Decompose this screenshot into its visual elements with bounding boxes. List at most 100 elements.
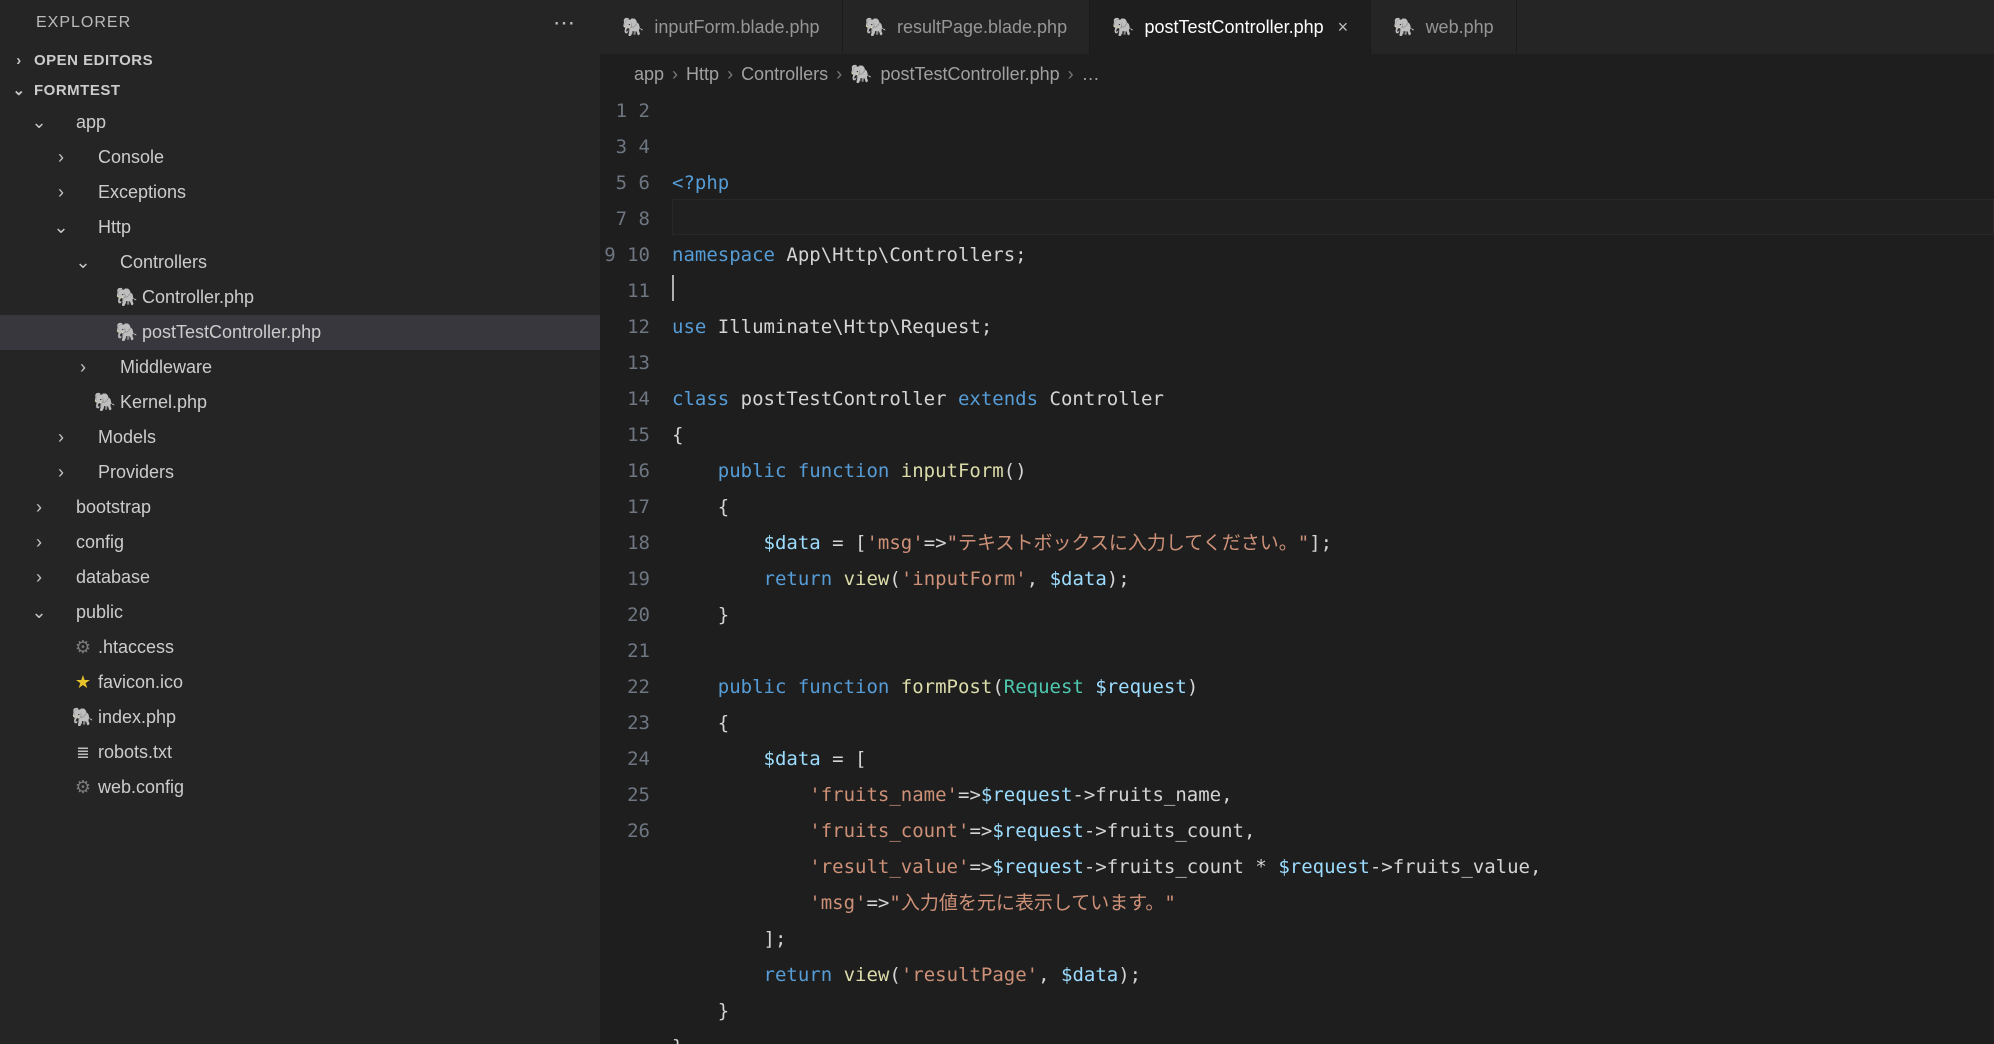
sidebar: EXPLORER ⋯ › OPEN EDITORS ⌄ FORMTEST ⌄ ap… <box>0 0 600 1044</box>
chevron-icon: › <box>28 532 50 553</box>
breadcrumb-item[interactable]: Controllers <box>741 64 828 85</box>
php-file-icon: 🐘 <box>865 17 887 38</box>
tab-label: resultPage.blade.php <box>897 17 1067 38</box>
tree-item[interactable]: › Models <box>0 420 600 455</box>
chevron-icon: › <box>50 462 72 483</box>
tree-item-label: bootstrap <box>76 497 151 518</box>
chevron-icon: ⌄ <box>28 112 50 133</box>
close-icon[interactable]: × <box>1334 17 1349 38</box>
tree-item-label: Controller.php <box>142 287 254 308</box>
tree-item[interactable]: ⌄ Controllers <box>0 245 600 280</box>
php-file-icon: 🐘 <box>116 322 138 343</box>
tree-item[interactable]: ⚙.htaccess <box>0 630 600 665</box>
tree-item[interactable]: › Console <box>0 140 600 175</box>
tree-item-label: Controllers <box>120 252 207 273</box>
breadcrumb[interactable]: app › Http › Controllers › 🐘 postTestController… <box>600 54 1994 91</box>
chevron-icon: ⌄ <box>28 602 50 623</box>
breadcrumb-separator: › <box>1068 64 1074 85</box>
tree-item-label: robots.txt <box>98 742 172 763</box>
php-file-icon: 🐘 <box>622 17 644 38</box>
php-file-icon: 🐘 <box>1112 17 1134 38</box>
tab[interactable]: 🐘 resultPage.blade.php <box>843 0 1091 54</box>
file-tree: ⌄app›Console›Exceptions⌄Http⌄Controllers… <box>0 105 600 805</box>
tab[interactable]: 🐘inputForm.blade.php <box>600 0 843 54</box>
tree-item[interactable]: ⌄ public <box>0 595 600 630</box>
tree-item[interactable]: 🐘Kernel.php <box>0 385 600 420</box>
tab[interactable]: 🐘 postTestController.php × <box>1090 0 1371 54</box>
chevron-icon: ⌄ <box>50 217 72 238</box>
breadcrumb-item[interactable]: Http <box>686 64 719 85</box>
gear-icon: ⚙ <box>72 637 94 658</box>
breadcrumb-item[interactable]: … <box>1082 64 1100 85</box>
tree-item-label: app <box>76 112 106 133</box>
tree-item-label: Middleware <box>120 357 212 378</box>
breadcrumb-separator: › <box>836 64 842 85</box>
tree-item-label: index.php <box>98 707 176 728</box>
project-section[interactable]: ⌄ FORMTEST <box>0 75 600 105</box>
code-editor[interactable]: 1 2 3 4 5 6 7 8 9 10 11 12 13 14 15 16 1… <box>600 91 1994 1044</box>
tree-item-label: postTestController.php <box>142 322 321 343</box>
chevron-icon: › <box>50 427 72 448</box>
tree-item[interactable]: › config <box>0 525 600 560</box>
code-content[interactable]: <?php namespace App\Http\Controllers; us… <box>672 91 1994 1044</box>
php-file-icon: 🐘 <box>94 392 116 413</box>
tree-item-label: config <box>76 532 124 553</box>
tree-item[interactable]: 🐘postTestController.php <box>0 315 600 350</box>
tree-item-label: Providers <box>98 462 174 483</box>
chevron-icon: › <box>28 497 50 518</box>
text-file-icon: ≣ <box>72 743 94 763</box>
open-editors-section[interactable]: › OPEN EDITORS <box>0 46 600 75</box>
project-label: FORMTEST <box>34 82 121 99</box>
tree-item-label: Kernel.php <box>120 392 207 413</box>
open-editors-label: OPEN EDITORS <box>34 52 153 69</box>
tree-item[interactable]: › Middleware <box>0 350 600 385</box>
chevron-down-icon: ⌄ <box>10 81 28 99</box>
tree-item[interactable]: › database <box>0 560 600 595</box>
gear-icon: ⚙ <box>72 777 94 798</box>
star-icon: ★ <box>72 672 94 693</box>
tree-item-label: Models <box>98 427 156 448</box>
explorer-header: EXPLORER ⋯ <box>0 0 600 46</box>
tree-item[interactable]: ⌄ Http <box>0 210 600 245</box>
tree-item[interactable]: › Exceptions <box>0 175 600 210</box>
breadcrumb-separator: › <box>727 64 733 85</box>
tree-item[interactable]: 🐘index.php <box>0 700 600 735</box>
tree-item[interactable]: ⌄ app <box>0 105 600 140</box>
chevron-right-icon: › <box>10 52 28 69</box>
tab-label: web.php <box>1426 17 1494 38</box>
tree-item-label: favicon.ico <box>98 672 183 693</box>
tree-item-label: Http <box>98 217 131 238</box>
tab[interactable]: 🐘 web.php <box>1371 0 1516 54</box>
tab-bar: 🐘inputForm.blade.php🐘resultPage.blade.ph… <box>600 0 1994 54</box>
current-line-highlight <box>672 199 1994 235</box>
breadcrumb-item[interactable]: postTestController.php <box>881 64 1060 85</box>
tree-item[interactable]: › Providers <box>0 455 600 490</box>
php-file-icon: 🐘 <box>850 64 872 85</box>
tree-item-label: Exceptions <box>98 182 186 203</box>
more-actions-icon[interactable]: ⋯ <box>553 10 582 36</box>
tree-item[interactable]: ≣robots.txt <box>0 735 600 770</box>
chevron-icon: ⌄ <box>72 252 94 273</box>
breadcrumb-separator: › <box>672 64 678 85</box>
chevron-icon: › <box>72 357 94 378</box>
tree-item-label: public <box>76 602 123 623</box>
chevron-icon: › <box>50 147 72 168</box>
chevron-icon: › <box>50 182 72 203</box>
tree-item-label: database <box>76 567 150 588</box>
chevron-icon: › <box>28 567 50 588</box>
php-file-icon: 🐘 <box>72 707 94 728</box>
tab-label: postTestController.php <box>1145 17 1324 38</box>
breadcrumb-item[interactable]: app <box>634 64 664 85</box>
tree-item[interactable]: 🐘Controller.php <box>0 280 600 315</box>
php-file-icon: 🐘 <box>116 287 138 308</box>
editor-area: 🐘inputForm.blade.php🐘resultPage.blade.ph… <box>600 0 1994 1044</box>
tree-item[interactable]: ⚙web.config <box>0 770 600 805</box>
tree-item-label: Console <box>98 147 164 168</box>
explorer-title: EXPLORER <box>36 14 131 32</box>
tree-item[interactable]: › bootstrap <box>0 490 600 525</box>
php-file-icon: 🐘 <box>1393 17 1415 38</box>
tree-item[interactable]: ★favicon.ico <box>0 665 600 700</box>
tree-item-label: web.config <box>98 777 184 798</box>
tree-item-label: .htaccess <box>98 637 174 658</box>
gutter: 1 2 3 4 5 6 7 8 9 10 11 12 13 14 15 16 1… <box>600 91 672 1044</box>
